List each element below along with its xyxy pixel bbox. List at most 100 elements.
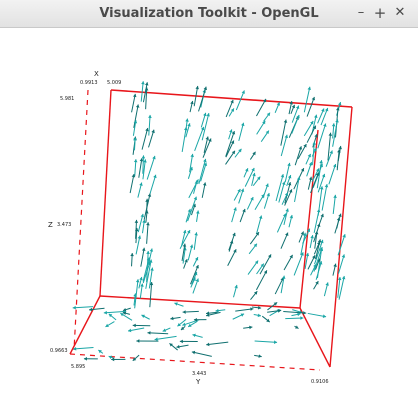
vector-glyph-head: [241, 122, 245, 127]
vector-glyph: [187, 196, 197, 222]
y-axis-name: Y: [195, 378, 201, 386]
vector-glyph-head: [289, 215, 294, 219]
vector-glyph: [149, 174, 157, 195]
close-icon[interactable]: ✕: [391, 4, 409, 22]
render-viewport[interactable]: X 0.9913 5.009 5.981 Z 3.473 0.9663 5.89…: [0, 28, 418, 411]
vector-glyph: [141, 127, 149, 150]
vector-glyph-head: [130, 253, 134, 257]
vector-glyph-head: [149, 248, 154, 252]
vector-glyph: [146, 155, 156, 180]
vector-glyph-head: [140, 213, 145, 218]
maximize-icon[interactable]: +: [371, 4, 389, 22]
z-axis-min-label: 0.9663: [50, 348, 68, 354]
x-axis-min-label: 0.9913: [80, 80, 98, 86]
vector-glyph-head: [337, 102, 342, 106]
vector-glyph: [306, 96, 315, 117]
vector-glyph: [154, 335, 177, 341]
vector-glyph-head: [179, 339, 183, 344]
vector-glyph-head: [206, 342, 210, 347]
minimize-icon[interactable]: –: [352, 4, 370, 22]
vector-glyph-head: [139, 276, 143, 281]
vector-glyph-head: [258, 215, 263, 219]
vector-glyph-head: [145, 127, 149, 132]
vector-glyph-head: [146, 250, 150, 255]
vector-glyph-head: [314, 114, 318, 119]
vector-glyph-head: [182, 229, 187, 234]
vector-glyph-head: [139, 182, 143, 186]
vector-glyph-head: [147, 331, 151, 335]
vector-glyph-head: [333, 263, 337, 267]
vector-glyph-head: [83, 356, 87, 361]
vector-glyph: [317, 123, 327, 149]
vector-glyph-head: [141, 155, 146, 159]
vector-glyph: [147, 332, 169, 335]
vector-glyph: [148, 267, 153, 289]
vector-glyph-head: [300, 316, 304, 320]
vector-glyph-head: [328, 132, 333, 136]
vector-glyph: [294, 176, 300, 203]
y-axis-mid-label: 3.443: [192, 371, 206, 377]
vector-glyph-head: [312, 141, 316, 145]
vector-glyph-head: [192, 333, 196, 338]
axis-labels: X 0.9913 5.009 5.981 Z 3.473 0.9663 5.89…: [48, 70, 329, 386]
vector-glyph-head: [252, 172, 256, 177]
vector-glyph-head: [134, 227, 139, 232]
vector-glyph-head: [234, 284, 238, 289]
scene-canvas[interactable]: X 0.9913 5.009 5.981 Z 3.473 0.9663 5.89…: [0, 28, 418, 411]
vector-glyph: [206, 341, 229, 346]
vector-glyph: [146, 222, 149, 244]
vector-glyph-head: [133, 159, 138, 163]
vector-glyph-head: [187, 123, 191, 127]
vector-glyph-head: [189, 244, 194, 248]
title-bar[interactable]: Visualization Toolkit - OpenGL – + ✕: [0, 0, 418, 28]
vector-glyph-head: [280, 174, 285, 178]
vector-glyph-head: [287, 162, 291, 167]
vector-glyph-head: [146, 222, 150, 226]
vector-glyphs: [72, 81, 346, 362]
vector-glyph: [254, 340, 278, 343]
x-axis-name: X: [94, 70, 99, 78]
vector-glyph-head: [89, 307, 93, 312]
vector-glyph: [328, 163, 337, 185]
vector-glyph-head: [136, 339, 140, 343]
vector-glyph-head: [284, 134, 289, 139]
vector-glyph: [133, 104, 139, 128]
vector-glyph-head: [182, 310, 186, 314]
x-axis-max-label: 5.009: [107, 80, 121, 86]
vector-glyph: [275, 173, 284, 202]
vector-glyph-head: [285, 208, 289, 212]
vector-glyph: [293, 252, 304, 276]
vector-glyph-head: [103, 310, 107, 315]
vector-glyph: [255, 270, 268, 291]
vector-glyph: [310, 172, 320, 194]
vector-glyph: [191, 351, 212, 357]
vector-glyph: [181, 127, 187, 153]
vector-glyph-head: [303, 311, 307, 315]
vtk-window: Visualization Toolkit - OpenGL – + ✕ X 0…: [0, 0, 418, 411]
vector-glyph-head: [134, 219, 139, 223]
vector-glyph-head: [132, 323, 136, 328]
vector-glyph: [148, 114, 151, 136]
y-axis-min-label: 5.895: [71, 364, 85, 370]
vector-glyph-head: [148, 114, 152, 119]
vector-glyph-head: [190, 100, 194, 105]
vector-glyph: [73, 346, 94, 350]
vector-glyph-head: [341, 276, 346, 280]
y-axis-max-label: 0.9106: [311, 379, 329, 385]
z-axis-name: Z: [48, 221, 53, 229]
vector-glyph: [198, 158, 207, 185]
vector-glyph: [278, 181, 286, 203]
vector-glyph-head: [331, 123, 336, 127]
vector-glyph-head: [135, 279, 140, 283]
vector-glyph-head: [307, 86, 311, 91]
vector-glyph: [103, 310, 126, 314]
vector-glyph-head: [191, 350, 196, 355]
vector-glyph-head: [233, 207, 237, 211]
vector-glyph: [303, 86, 311, 113]
vector-glyph: [201, 113, 210, 141]
vector-glyph-head: [141, 81, 145, 85]
vector-glyph-head: [308, 176, 313, 181]
z-axis-max-label: 5.981: [60, 96, 74, 102]
vector-glyph-head: [317, 239, 322, 243]
z-axis-mid-label: 3.473: [57, 222, 71, 228]
